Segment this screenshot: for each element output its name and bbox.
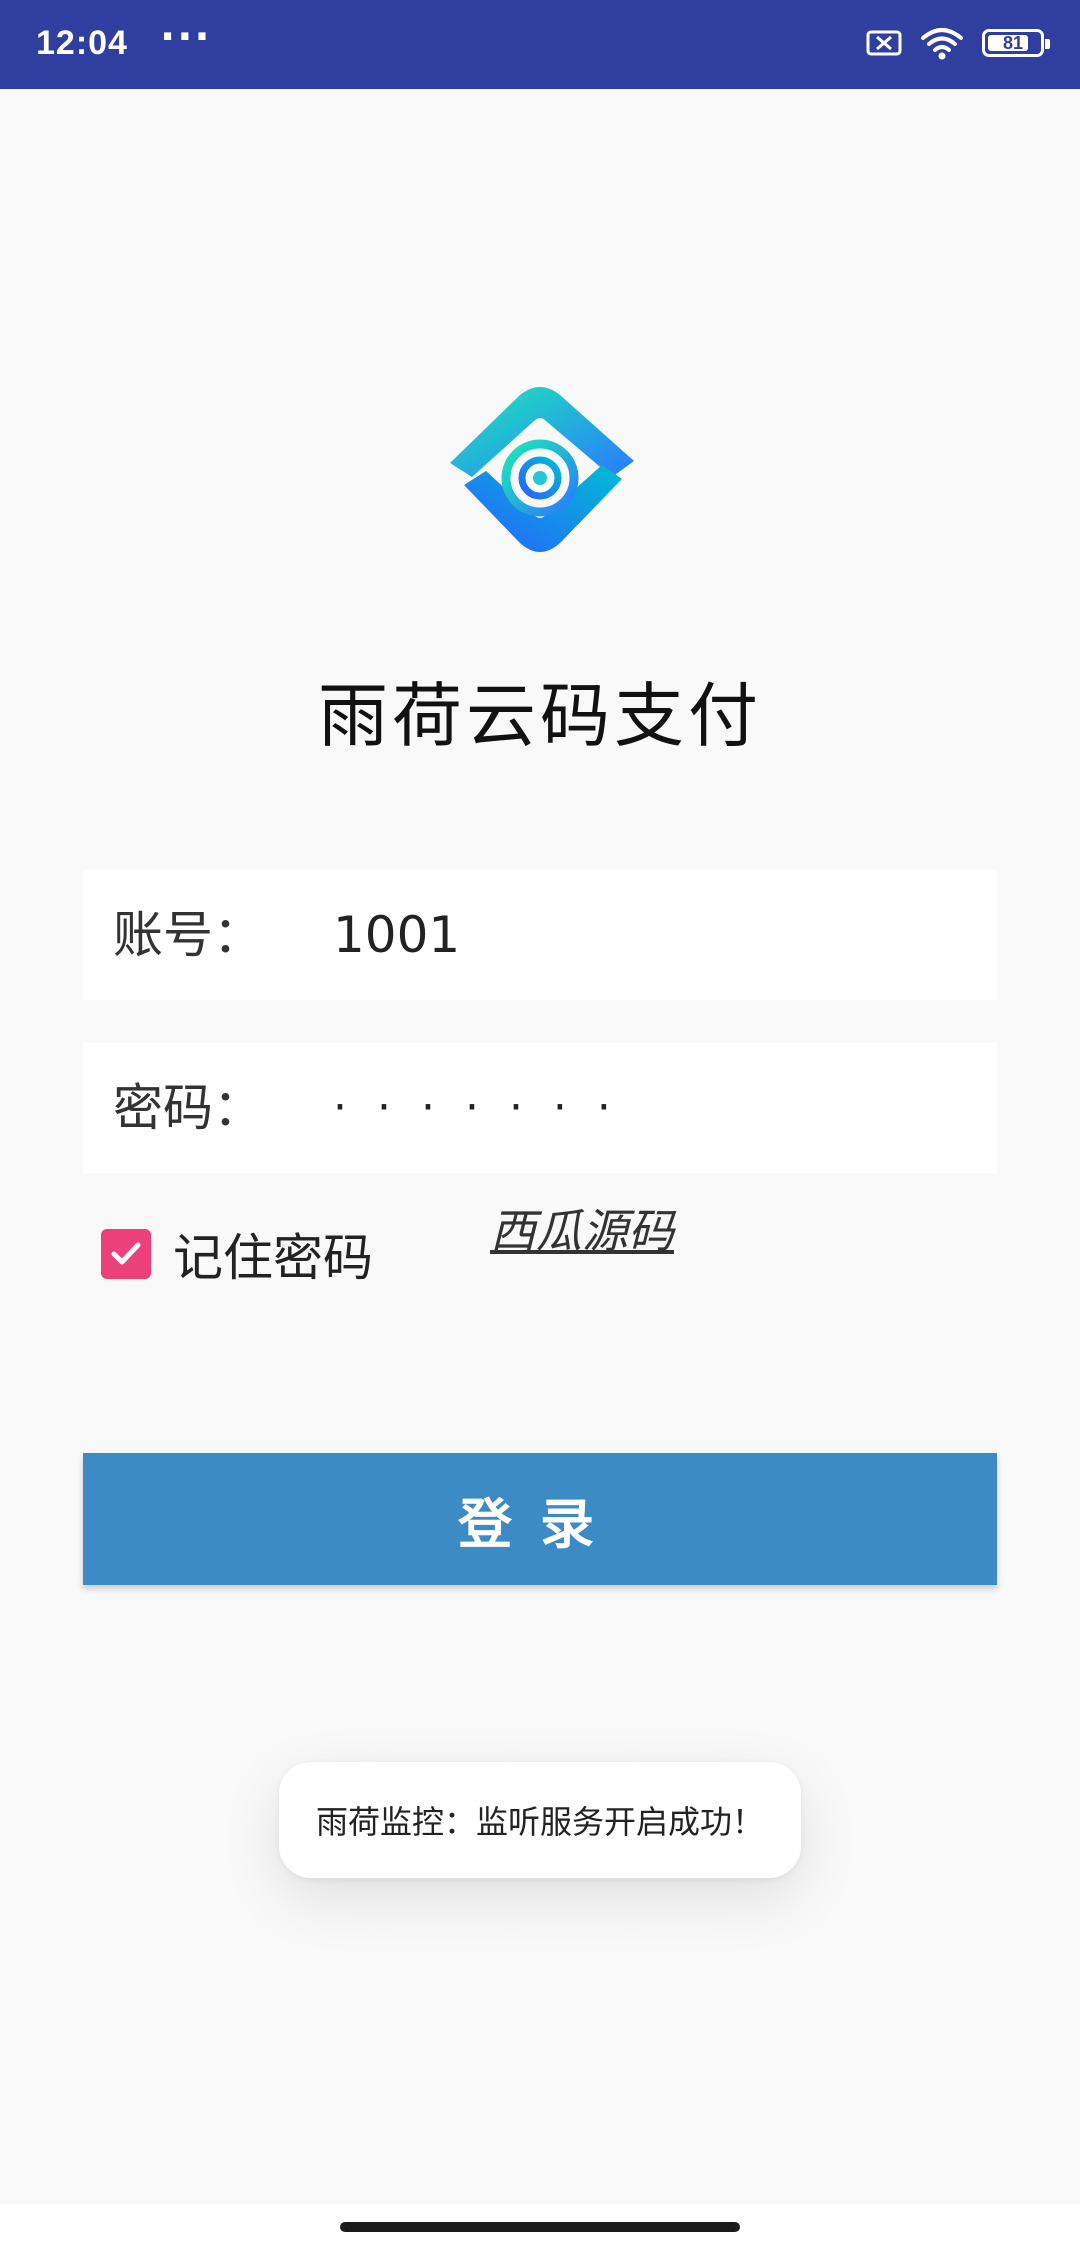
battery-icon: 81 [982, 29, 1050, 57]
account-label: 账号： [113, 906, 263, 964]
status-bar: 12:04 ··· 81 [0, 0, 1080, 89]
password-input[interactable]: ······· [333, 1043, 953, 1173]
notification-dots: ··· [160, 14, 212, 60]
remember-password-label: 记住密码 [173, 1229, 373, 1287]
account-input[interactable] [333, 870, 953, 1000]
account-field: 账号： [83, 870, 997, 1000]
wifi-icon [921, 28, 963, 60]
app-title: 雨荷云码支付 [318, 675, 762, 757]
toast-message: 雨荷监控：监听服务开启成功！ [279, 1762, 801, 1878]
login-button[interactable]: 登录 [83, 1453, 997, 1585]
eye-logo-icon [450, 387, 634, 552]
password-label: 密码： [113, 1079, 263, 1137]
checkmark-icon [111, 1242, 141, 1265]
remember-password-checkbox[interactable] [101, 1229, 151, 1279]
status-time: 12:04 [36, 24, 128, 62]
sim-off-icon [866, 30, 902, 56]
home-gesture-handle[interactable] [340, 2222, 740, 2232]
status-icons: 81 [866, 26, 1050, 60]
promo-link[interactable]: 西瓜源码 [490, 1195, 674, 1261]
remember-password-row[interactable]: 记住密码 [101, 1218, 373, 1290]
battery-level: 81 [1002, 32, 1024, 53]
password-field: 密码： ······· [83, 1043, 997, 1173]
